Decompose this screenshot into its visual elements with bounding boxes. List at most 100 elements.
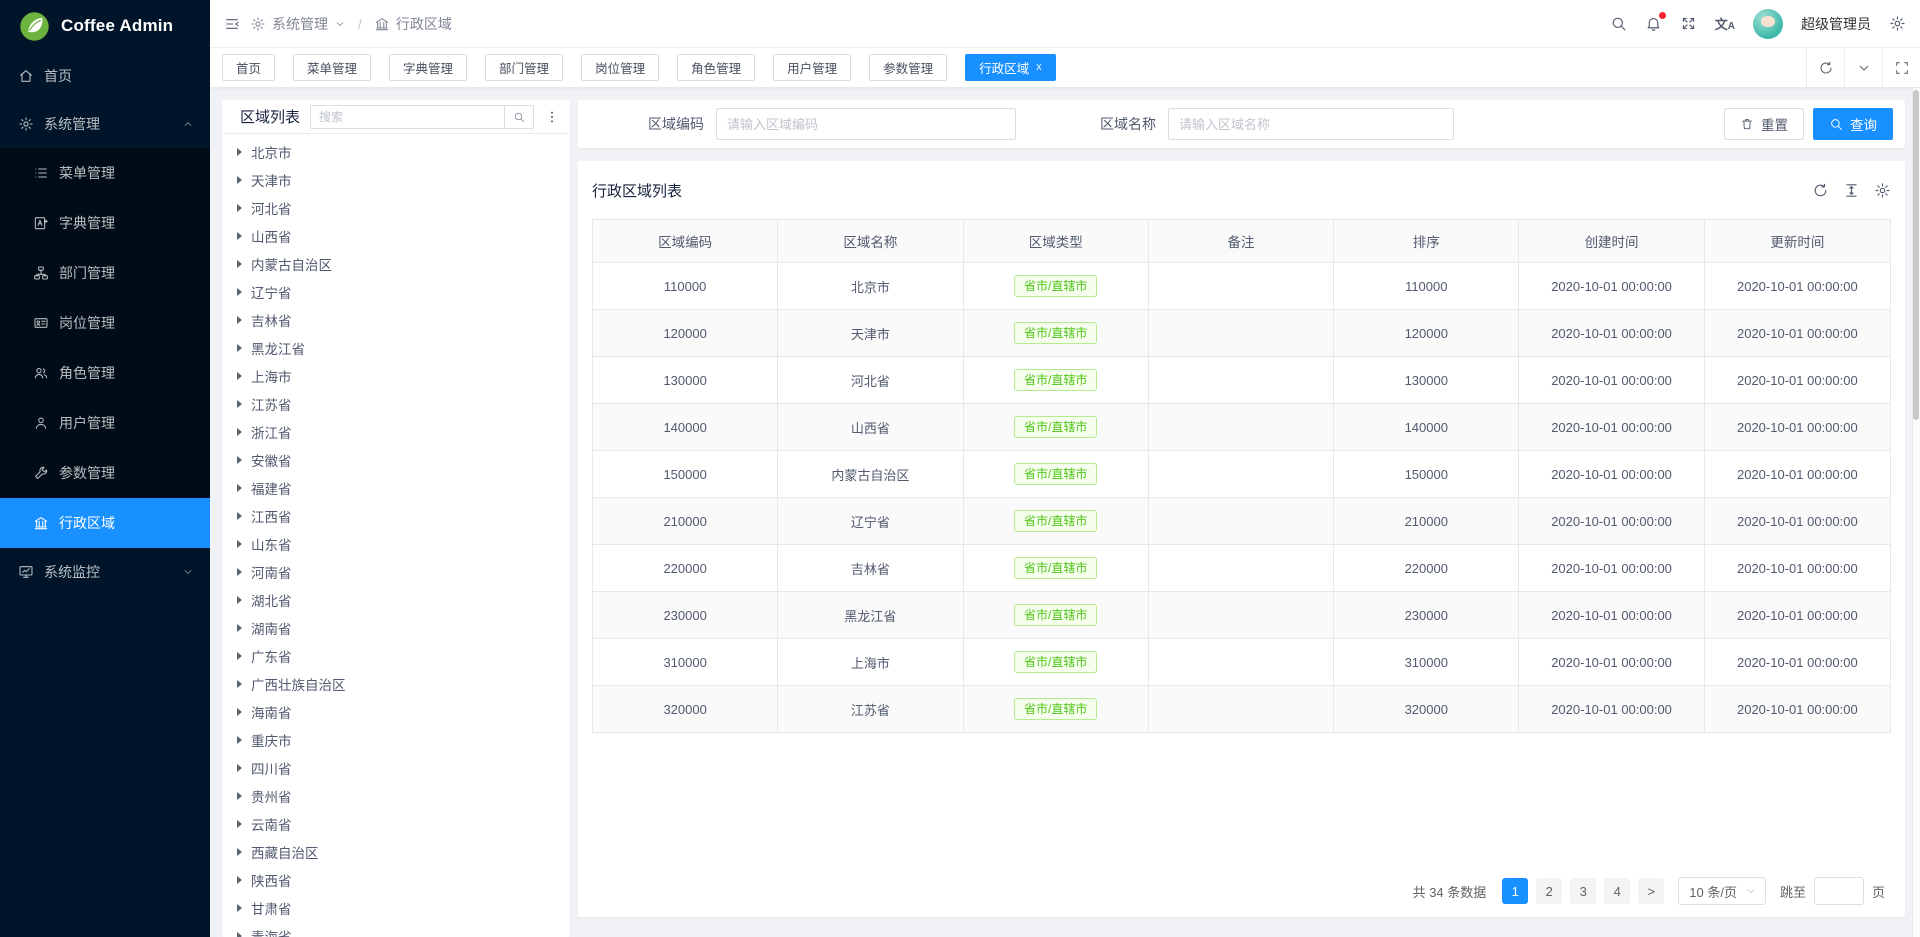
sidebar-item-role-management[interactable]: 角色管理	[0, 348, 210, 398]
scrollbar-thumb[interactable]	[1913, 90, 1919, 420]
next-page-button[interactable]: >	[1638, 878, 1664, 904]
reset-button[interactable]: 重置	[1724, 108, 1804, 140]
caret-right-icon[interactable]	[237, 736, 242, 744]
tab-admin-region[interactable]: 行政区域 x	[965, 54, 1056, 81]
caret-right-icon[interactable]	[237, 708, 242, 716]
caret-right-icon[interactable]	[237, 484, 242, 492]
tree-search-button[interactable]	[504, 105, 534, 129]
tree-item[interactable]: 北京市	[222, 138, 570, 166]
tab-menu-management[interactable]: 菜单管理	[293, 54, 371, 81]
caret-right-icon[interactable]	[237, 400, 242, 408]
caret-right-icon[interactable]	[237, 680, 242, 688]
caret-right-icon[interactable]	[237, 932, 242, 937]
username[interactable]: 超级管理员	[1801, 14, 1871, 34]
caret-right-icon[interactable]	[237, 232, 242, 240]
tree-item[interactable]: 安徽省	[222, 446, 570, 474]
page-button-3[interactable]: 3	[1570, 878, 1596, 904]
tree-search-input[interactable]	[310, 105, 504, 129]
caret-right-icon[interactable]	[237, 372, 242, 380]
caret-right-icon[interactable]	[237, 596, 242, 604]
caret-right-icon[interactable]	[237, 512, 242, 520]
refresh-icon[interactable]	[1812, 182, 1829, 199]
tab-home[interactable]: 首页	[222, 54, 275, 81]
caret-right-icon[interactable]	[237, 428, 242, 436]
tree-item[interactable]: 天津市	[222, 166, 570, 194]
breadcrumb-parent[interactable]: 系统管理	[250, 14, 346, 34]
column-height-icon[interactable]	[1843, 182, 1860, 199]
tree-item[interactable]: 海南省	[222, 698, 570, 726]
caret-right-icon[interactable]	[237, 204, 242, 212]
tree-item[interactable]: 重庆市	[222, 726, 570, 754]
search-button[interactable]: 查询	[1813, 108, 1893, 140]
page-button-2[interactable]: 2	[1536, 878, 1562, 904]
sidebar-item-dict-management[interactable]: 字典管理	[0, 198, 210, 248]
caret-right-icon[interactable]	[237, 624, 242, 632]
tree-item[interactable]: 黑龙江省	[222, 334, 570, 362]
sidebar-item-param-management[interactable]: 参数管理	[0, 448, 210, 498]
tree-item[interactable]: 上海市	[222, 362, 570, 390]
tree-item[interactable]: 四川省	[222, 754, 570, 782]
caret-right-icon[interactable]	[237, 148, 242, 156]
settings-gear-icon[interactable]	[1889, 15, 1906, 32]
caret-right-icon[interactable]	[237, 568, 242, 576]
sidebar-fold-icon[interactable]	[224, 16, 240, 32]
search-icon[interactable]	[1610, 15, 1627, 32]
caret-right-icon[interactable]	[237, 316, 242, 324]
tree-item[interactable]: 河北省	[222, 194, 570, 222]
page-size-select[interactable]: 10 条/页	[1678, 877, 1766, 905]
tree-item[interactable]: 云南省	[222, 810, 570, 838]
tree-item[interactable]: 湖南省	[222, 614, 570, 642]
tab-dict-management[interactable]: 字典管理	[389, 54, 467, 81]
tree-item[interactable]: 西藏自治区	[222, 838, 570, 866]
caret-right-icon[interactable]	[237, 288, 242, 296]
tree-item[interactable]: 吉林省	[222, 306, 570, 334]
tree-item[interactable]: 广东省	[222, 642, 570, 670]
caret-right-icon[interactable]	[237, 876, 242, 884]
sidebar-item-user-management[interactable]: 用户管理	[0, 398, 210, 448]
kebab-menu-icon[interactable]	[544, 109, 560, 125]
tab-role-management[interactable]: 角色管理	[677, 54, 755, 81]
caret-right-icon[interactable]	[237, 820, 242, 828]
tab-close-icon[interactable]: x	[1036, 62, 1042, 73]
sidebar-item-post-management[interactable]: 岗位管理	[0, 298, 210, 348]
caret-right-icon[interactable]	[237, 764, 242, 772]
tree-item[interactable]: 湖北省	[222, 586, 570, 614]
tree-item[interactable]: 江西省	[222, 502, 570, 530]
avatar[interactable]	[1753, 9, 1783, 39]
tree-item[interactable]: 浙江省	[222, 418, 570, 446]
refresh-icon[interactable]	[1806, 48, 1844, 87]
sidebar-item-home[interactable]: 首页	[0, 52, 210, 100]
tree-item[interactable]: 河南省	[222, 558, 570, 586]
region-name-input[interactable]	[1168, 108, 1454, 140]
caret-right-icon[interactable]	[237, 848, 242, 856]
jump-page-input[interactable]	[1814, 877, 1864, 905]
tabs-dropdown-chevron-icon[interactable]	[1844, 48, 1882, 87]
tab-post-management[interactable]: 岗位管理	[581, 54, 659, 81]
sidebar-item-system-management[interactable]: 系统管理	[0, 100, 210, 148]
tab-dept-management[interactable]: 部门管理	[485, 54, 563, 81]
page-button-1[interactable]: 1	[1502, 878, 1528, 904]
tree-item[interactable]: 江苏省	[222, 390, 570, 418]
tree-item[interactable]: 广西壮族自治区	[222, 670, 570, 698]
region-code-input[interactable]	[716, 108, 1016, 140]
caret-right-icon[interactable]	[237, 652, 242, 660]
sidebar-item-system-monitor[interactable]: 系统监控	[0, 548, 210, 596]
caret-right-icon[interactable]	[237, 456, 242, 464]
settings-gear-icon[interactable]	[1874, 182, 1891, 199]
tree-item[interactable]: 陕西省	[222, 866, 570, 894]
sidebar-item-menu-management[interactable]: 菜单管理	[0, 148, 210, 198]
fullscreen-icon[interactable]	[1680, 15, 1697, 32]
caret-right-icon[interactable]	[237, 176, 242, 184]
caret-right-icon[interactable]	[237, 792, 242, 800]
tree-item[interactable]: 内蒙古自治区	[222, 250, 570, 278]
sidebar-item-dept-management[interactable]: 部门管理	[0, 248, 210, 298]
tab-user-management[interactable]: 用户管理	[773, 54, 851, 81]
notification-bell-icon[interactable]	[1645, 15, 1662, 32]
caret-right-icon[interactable]	[237, 344, 242, 352]
sidebar-item-admin-region[interactable]: 行政区域	[0, 498, 210, 548]
tree-item[interactable]: 贵州省	[222, 782, 570, 810]
tree-item[interactable]: 山西省	[222, 222, 570, 250]
caret-right-icon[interactable]	[237, 904, 242, 912]
tree-item[interactable]: 辽宁省	[222, 278, 570, 306]
maximize-icon[interactable]	[1882, 48, 1920, 87]
